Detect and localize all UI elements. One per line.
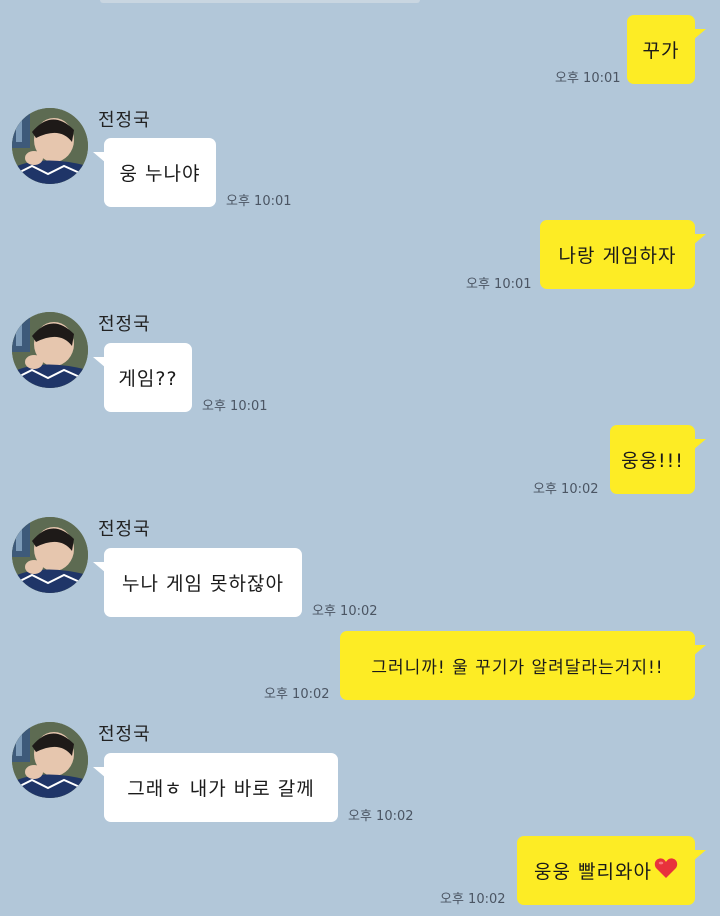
message-bubble-sent[interactable]: 그러니까! 울 꾸기가 알려달라는거지!! [340,631,706,700]
sender-name: 전정국 [98,314,151,335]
sender-name: 전정국 [98,724,151,745]
message-text: 나랑 게임하자 [558,245,677,267]
message-bubble-received[interactable]: 게임?? [93,343,192,412]
sender-name: 전정국 [98,519,151,540]
avatar[interactable] [12,312,88,388]
message-text: 꾸가 [642,40,680,62]
avatar[interactable] [12,722,88,798]
message-timestamp: 오후 10:01 [202,399,268,414]
message-bubble-sent[interactable]: 웅웅!!! [610,425,706,494]
message-timestamp: 오후 10:02 [440,892,506,907]
message-timestamp: 오후 10:02 [312,604,378,619]
message-text: 웅 누나야 [119,163,201,185]
message-timestamp: 오후 10:01 [466,277,532,292]
sender-name: 전정국 [98,110,151,131]
message-bubble-received[interactable]: 그래ㅎ 내가 바로 갈께 [93,753,338,822]
message-text: 그러니까! 울 꾸기가 알려달라는거지!! [371,658,664,678]
message-bubble-sent[interactable]: 꾸가 [627,15,706,84]
avatar[interactable] [12,108,88,184]
message-text: 누나 게임 못하잖아 [122,573,284,595]
message-timestamp: 오후 10:02 [533,482,599,497]
avatar[interactable] [12,517,88,593]
message-text: 그래ㅎ 내가 바로 갈께 [127,778,315,800]
message-timestamp: 오후 10:01 [555,71,621,86]
message-timestamp: 오후 10:02 [348,809,414,824]
message-text: 게임?? [118,368,178,390]
message-text: 웅웅!!! [621,450,684,472]
scroll-edge [100,0,420,3]
message-timestamp: 오후 10:01 [226,194,292,209]
message-bubble-received[interactable]: 누나 게임 못하잖아 [93,548,302,617]
heart-emoji-icon [654,857,678,884]
message-timestamp: 오후 10:02 [264,687,330,702]
message-bubble-sent[interactable]: 나랑 게임하자 [540,220,706,289]
message-bubble-sent[interactable]: 웅웅 빨리와아 [517,836,706,905]
message-bubble-received[interactable]: 웅 누나야 [93,138,216,207]
message-text: 웅웅 빨리와아 [534,861,652,883]
